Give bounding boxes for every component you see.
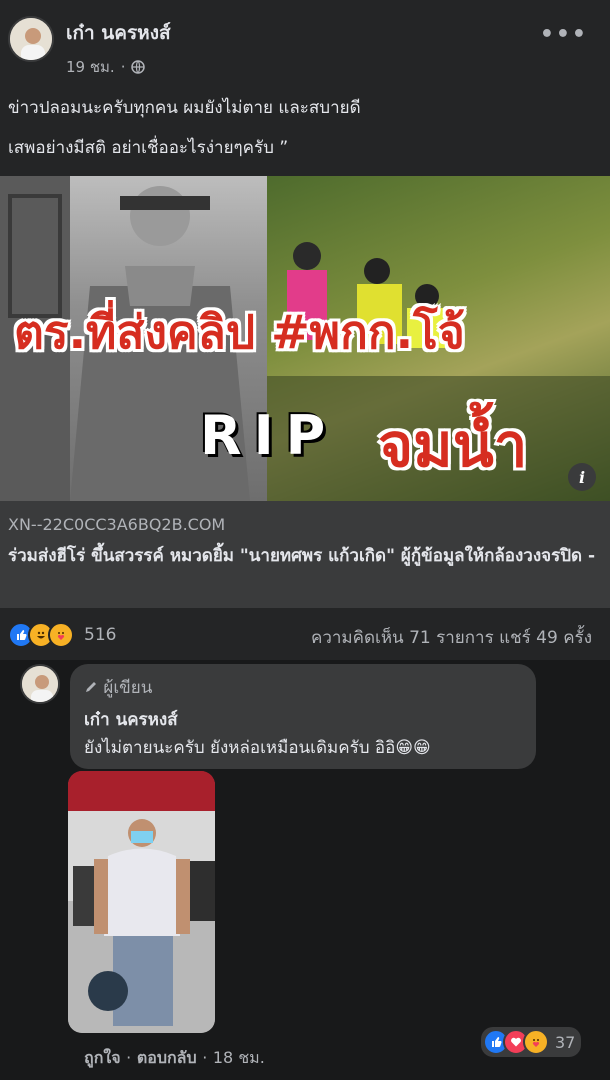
comment-bubble: ผู้เขียน เก๋า นครหงส์ ยังไม่ตายนะครับ ยั… <box>70 664 536 769</box>
avatar-photo <box>10 18 52 60</box>
comment-author[interactable]: เก๋า นครหงส์ <box>84 706 178 733</box>
link-title: ร่วมส่งฮีโร่ ขึ้นสวรรค์ หมวดยิ้ม "นายทศพ… <box>8 546 596 566</box>
comment-reactions[interactable]: 37 <box>481 1027 582 1057</box>
hero-rip: RIP <box>200 404 338 467</box>
post-text-line-1: ข่าวปลอมนะครับทุกคน ผมยังไม่ตาย และสบายด… <box>8 98 361 118</box>
hero-subhead: จมน้ำ <box>378 411 528 481</box>
post-meta: 19 ชม. · <box>66 55 146 79</box>
link-preview[interactable]: XN--22C0CC3A6BQ2B.COM ร่วมส่งฮีโร่ ขึ้นส… <box>0 501 610 608</box>
like-button[interactable]: ถูกใจ <box>84 1048 121 1067</box>
commenter-avatar[interactable] <box>20 664 60 704</box>
reaction-count: 516 <box>84 625 117 645</box>
comment-photo[interactable] <box>68 771 215 1033</box>
reactions-summary[interactable]: 516 <box>8 622 116 648</box>
comment-time[interactable]: 18 ชม. <box>213 1048 265 1067</box>
post-author[interactable]: เก๋า นครหงส์ <box>66 18 171 48</box>
post-time[interactable]: 19 ชม. <box>66 55 115 79</box>
globe-icon[interactable] <box>131 60 146 74</box>
more-options-icon[interactable]: ••• <box>540 22 588 47</box>
comments-shares-stats[interactable]: ความคิดเห็น 71 รายการ แชร์ 49 ครั้ง <box>311 624 592 651</box>
link-preview-image[interactable]: ตร.ที่ส่งคลิป #พกก.โจ้ RIP จมน้ำ i <box>0 176 610 501</box>
meta-separator: · <box>120 58 126 76</box>
action-separator: · <box>126 1048 132 1067</box>
post-card: เก๋า นครหงส์ 19 ชม. · ••• ข่าวปลอมนะครับ… <box>0 0 610 660</box>
comment-care-icon <box>523 1029 549 1055</box>
commenter-avatar-photo <box>22 666 58 702</box>
reply-button[interactable]: ตอบกลับ <box>137 1048 197 1067</box>
author-avatar[interactable] <box>8 16 54 62</box>
comment-text: ยังไม่ตายนะครับ ยังหล่อเหมือนเดิมครับ อิ… <box>84 738 431 758</box>
comment-reaction-count: 37 <box>555 1032 576 1052</box>
action-separator: · <box>202 1048 208 1067</box>
info-icon[interactable]: i <box>568 463 596 491</box>
link-domain: XN--22C0CC3A6BQ2B.COM <box>8 515 226 534</box>
author-badge-label: ผู้เขียน <box>103 678 153 698</box>
post-text-line-2: เสพอย่างมีสติ อย่าเชื่ออะไรง่ายๆครับ ” <box>8 138 289 158</box>
hero-headline: ตร.ที่ส่งคลิป #พกก.โจ้ <box>14 305 465 359</box>
pencil-icon <box>86 682 96 692</box>
author-badge: ผู้เขียน <box>84 674 152 701</box>
care-reaction-icon <box>48 622 74 648</box>
comment-actions: ถูกใจ · ตอบกลับ · 18 ชม. <box>84 1046 265 1071</box>
